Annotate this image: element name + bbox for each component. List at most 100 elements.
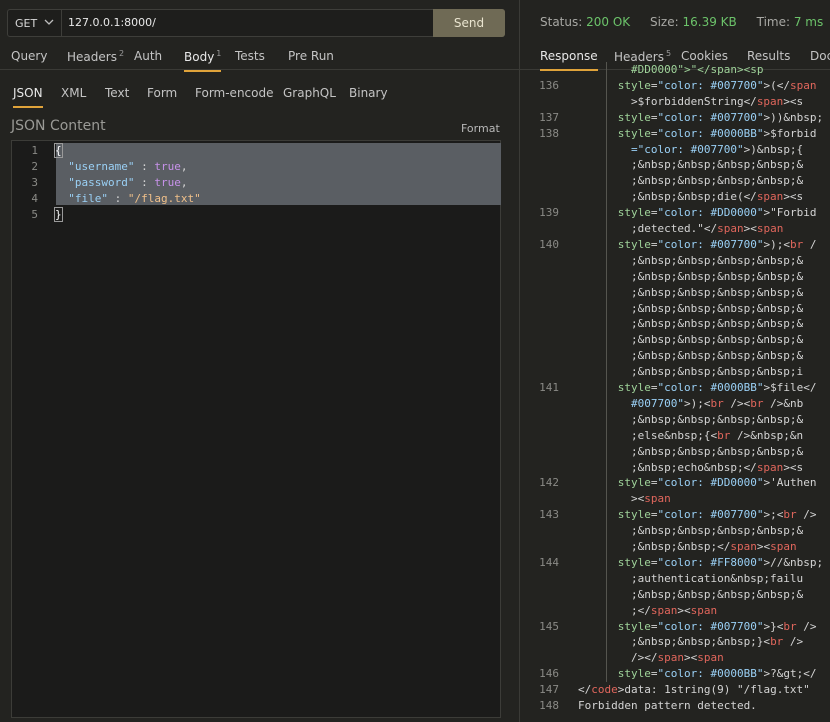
format-button[interactable]: Format: [461, 122, 500, 135]
send-button[interactable]: Send: [433, 9, 505, 37]
line-number: 144: [539, 555, 559, 569]
tab-headers[interactable]: Headers 2: [67, 49, 124, 64]
code-token: />&nb: [763, 396, 804, 410]
code-token: span: [756, 190, 784, 204]
json-content-label: JSON Content: [11, 118, 106, 134]
url-input[interactable]: 127.0.0.1:8000/: [68, 10, 156, 36]
tab-count-badge: 1: [216, 49, 222, 58]
line-number: 142: [539, 476, 559, 490]
line-text: ;&nbsp;&nbsp;&nbsp;&nbsp;&: [578, 157, 803, 173]
response-tab-doc[interactable]: Doc: [810, 49, 830, 63]
code-token: #007700": [630, 396, 684, 410]
response-line: 139 style="color: #DD0000">"Forbid: [520, 205, 830, 222]
code-token: ;&nbsp;&nbsp;&nbsp;&nbsp;&: [578, 174, 804, 188]
code-token: true: [154, 160, 181, 173]
response-tab-response[interactable]: Response: [540, 49, 598, 71]
code-token: =: [650, 126, 658, 140]
response-line: 138 style="color: #0000BB">$forbid: [520, 125, 830, 142]
code-token: :: [134, 160, 155, 173]
line-text: ;&nbsp;&nbsp;&nbsp;&nbsp;&: [578, 523, 803, 539]
body-tab-binary[interactable]: Binary: [349, 86, 388, 100]
code-token: "/flag.txt": [127, 192, 201, 205]
response-line: ;&nbsp;&nbsp;&nbsp;&nbsp;i: [520, 364, 830, 381]
editor-line: 3 "password" : true,: [12, 175, 502, 191]
line-number: 2: [31, 160, 38, 173]
line-text: ;&nbsp;&nbsp;</span><span: [578, 539, 797, 555]
line-text: ;&nbsp;&nbsp;&nbsp;&nbsp;&: [578, 285, 803, 301]
tab-query[interactable]: Query: [11, 49, 47, 63]
line-number: 3: [31, 176, 38, 189]
body-tab-form-encode[interactable]: Form-encode: [195, 86, 274, 100]
line-code: }: [54, 207, 63, 223]
code-token: =: [650, 110, 658, 124]
code-token: span: [789, 78, 817, 92]
body-tab-text[interactable]: Text: [105, 86, 129, 100]
code-token: >//&nbsp;: [763, 555, 824, 569]
line-code: {: [54, 143, 63, 159]
response-line: 146 style="color: #0000BB">?&gt;</: [520, 666, 830, 683]
response-line: ;&nbsp;&nbsp;&nbsp;&nbsp;&: [520, 411, 830, 428]
response-line: ><span: [520, 491, 830, 508]
code-token: ;&nbsp;&nbsp;&nbsp;&nbsp;&: [578, 524, 804, 538]
code-token: ;&nbsp;&nbsp;&nbsp;&nbsp;&: [578, 158, 804, 172]
code-token: ;detected."</: [578, 222, 718, 235]
line-text: style="color: #007700">))&nbsp;: [578, 110, 823, 126]
code-token: span: [644, 492, 671, 506]
code-token: =: [650, 78, 658, 92]
code-token: ><s: [783, 94, 804, 108]
time-label: Time:: [756, 15, 791, 29]
tab-auth[interactable]: Auth: [134, 49, 162, 63]
response-line: ;&nbsp;&nbsp;&nbsp;&nbsp;&: [520, 332, 830, 349]
code-token: #DD0000">"</span><sp: [630, 63, 764, 76]
line-text: style="color: #0000BB">?&gt;</: [578, 666, 817, 682]
tab-tests[interactable]: Tests: [235, 49, 265, 63]
response-line: ;&nbsp;&nbsp;&nbsp;&nbsp;&: [520, 157, 830, 174]
code-token: style: [617, 619, 651, 633]
code-token: "color: #DD0000": [657, 206, 764, 220]
body-tab-json[interactable]: JSON: [13, 86, 43, 108]
code-token: ;&nbsp;&nbsp;die(</: [578, 190, 757, 204]
code-token: ;&nbsp;&nbsp;&nbsp;&nbsp;&: [578, 349, 804, 363]
method-select[interactable]: GET: [8, 10, 62, 36]
line-text: ;&nbsp;&nbsp;&nbsp;}<br />: [578, 634, 803, 650]
line-number: 141: [539, 381, 559, 394]
response-line: 137 style="color: #007700">))&nbsp;: [520, 109, 830, 126]
code-token: ;authentication&nbsp;failu: [578, 571, 804, 585]
code-token: span: [697, 651, 724, 665]
code-token: ;&nbsp;&nbsp;&nbsp;&nbsp;&: [578, 444, 804, 458]
code-token: span: [690, 603, 718, 617]
response-line: 141 style="color: #0000BB">$file</: [520, 380, 830, 396]
line-text: style="color: #DD0000">"Forbid: [578, 205, 817, 221]
code-token: :: [134, 176, 155, 189]
code-token: code: [591, 683, 618, 697]
body-tab-xml[interactable]: XML: [61, 86, 86, 100]
json-editor[interactable]: 1{2 "username" : true, 3 "password" : tru…: [11, 140, 501, 718]
response-tab-results[interactable]: Results: [747, 49, 790, 63]
code-token: />: [796, 619, 817, 633]
body-tab-graphql[interactable]: GraphQL: [283, 86, 336, 100]
line-text: ;&nbsp;&nbsp;&nbsp;&nbsp;&: [578, 253, 803, 269]
code-token: true: [154, 176, 181, 189]
response-tab-cookies[interactable]: Cookies: [681, 49, 728, 63]
response-line: #007700">);<br /><br />&nb: [520, 395, 830, 412]
code-token: ,: [180, 160, 188, 173]
request-tabs: Query Headers 2 Auth Body 1 Tests Pre Run: [0, 44, 519, 72]
code-token: style: [617, 237, 651, 251]
tab-label: Results: [747, 49, 791, 63]
response-line: ;&nbsp;&nbsp;&nbsp;&nbsp;&: [520, 252, 830, 269]
code-token: ;&nbsp;echo&nbsp;</: [578, 460, 757, 474]
body-tab-form[interactable]: Form: [147, 86, 177, 100]
tab-pre-run[interactable]: Pre Run: [288, 49, 334, 63]
tab-body[interactable]: Body 1: [184, 49, 222, 72]
code-token: "color: #007700": [657, 619, 764, 633]
status-value: 200 OK: [586, 15, 631, 29]
response-line: ;authentication&nbsp;failu: [520, 570, 830, 587]
line-text: ;&nbsp;&nbsp;&nbsp;&nbsp;&: [578, 332, 803, 348]
line-text: ;&nbsp;&nbsp;&nbsp;&nbsp;&: [578, 173, 803, 189]
response-body[interactable]: #DD0000">"</span><sp 136 style="color: #0…: [520, 62, 830, 722]
code-token: br: [783, 619, 797, 633]
code-token: >$forbid: [763, 126, 817, 140]
